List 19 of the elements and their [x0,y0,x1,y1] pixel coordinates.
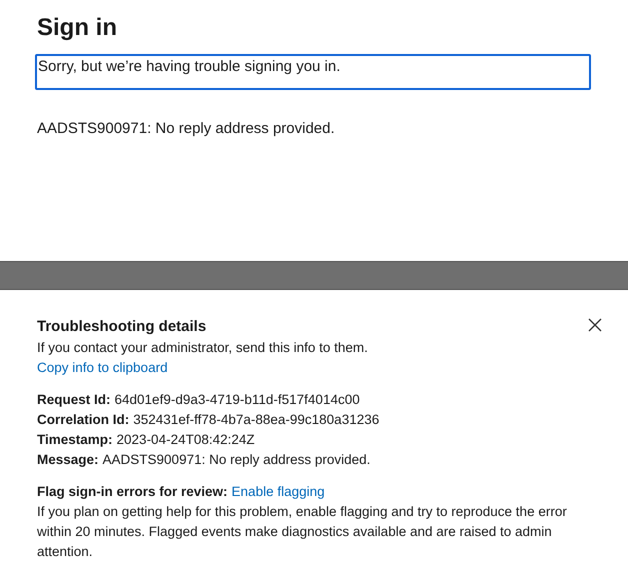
page-title: Sign in [37,14,118,42]
close-icon [588,318,602,332]
copy-link[interactable]: Copy info to clipboard [37,358,168,378]
detail-value: 2023-04-24T08:42:24Z [116,431,255,449]
detail-label: Request Id: [37,391,111,409]
enable-flagging-link[interactable]: Enable flagging [232,482,325,502]
intro-text: If you contact your administrator, send this info to them. [37,339,368,357]
close-button[interactable] [588,318,602,332]
panel-title: Troubleshooting details [37,317,206,337]
detail-label: Timestamp: [37,431,113,449]
flag-description: If you plan on getting help for this problem, enable flagging and try to reproduce the error within 20 minutes. Flagged events make diagnostics available and are raised to admin attention. [37,503,568,561]
detail-value: 352431ef-ff78-4b7a-88ea-99c180a31236 [133,411,380,429]
detail-value: 64d01ef9-d9a3-4719-b11d-f517f4014c00 [114,391,360,409]
detail-label: Message: [37,451,99,469]
detail-label: Correlation Id: [37,411,130,429]
error-text: AADSTS900971: No reply address provided. [37,120,336,137]
message-box: Sorry, but we’re having trouble signing you in. [35,54,591,90]
flag-label: Flag sign-in errors for review: [37,483,228,501]
detail-value: AADSTS900971: No reply address provided. [102,451,370,469]
